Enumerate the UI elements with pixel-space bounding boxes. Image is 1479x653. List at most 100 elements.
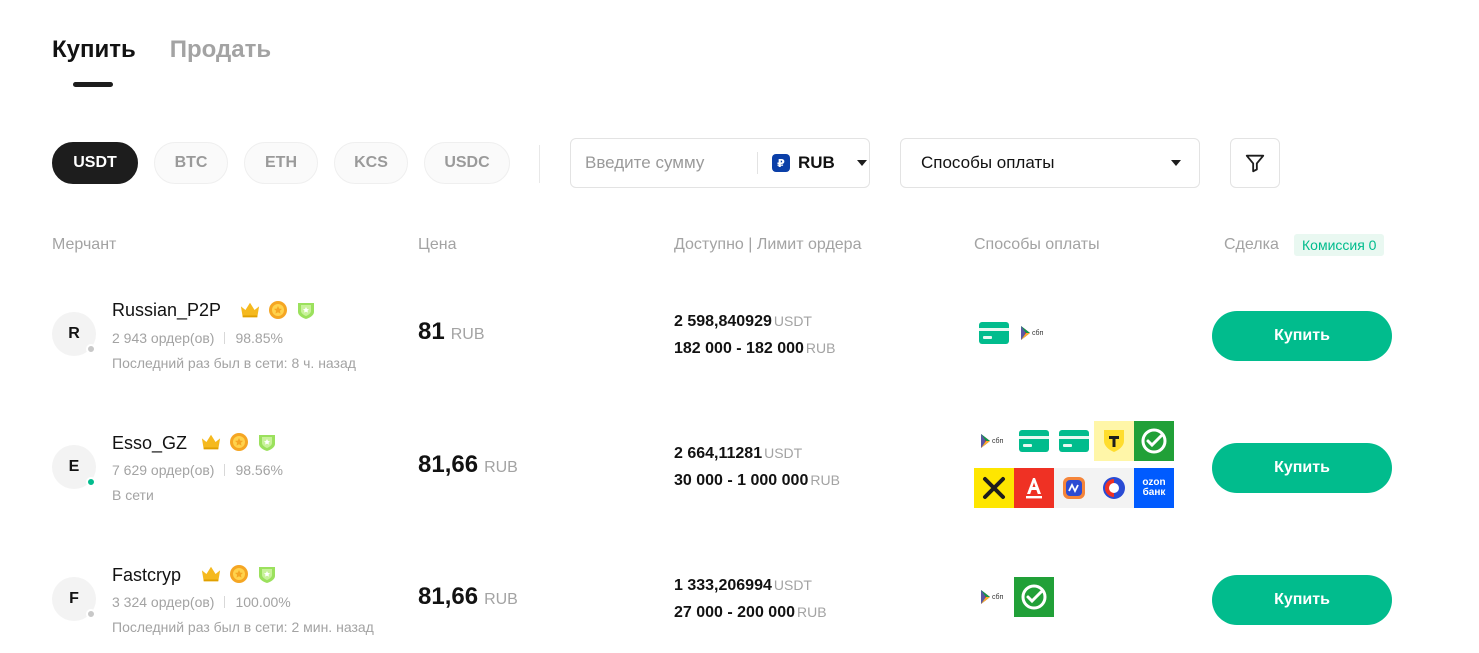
pochta-icon — [1094, 468, 1134, 508]
amount-field: ₽ RUB — [570, 138, 870, 188]
buy-button[interactable]: Купить — [1212, 311, 1392, 361]
alfa-icon — [1014, 468, 1054, 508]
coin-chip-kcs[interactable]: KCS — [334, 142, 408, 184]
completion-rate: 98.56% — [235, 462, 283, 478]
sber-icon — [1134, 421, 1174, 461]
active-tab-indicator — [73, 82, 113, 87]
header-available: Доступно | Лимит ордера — [674, 236, 862, 253]
price: 81,66 RUB — [418, 583, 518, 611]
merchant-badges — [240, 300, 316, 320]
payment-methods-label: Способы оплаты — [921, 153, 1055, 172]
table-row: F Fastcryp 3 324 ордер(ов) 100.00% После… — [0, 544, 1479, 653]
ruble-icon: ₽ — [772, 154, 790, 172]
filter-divider — [539, 145, 540, 183]
available-value: 2 598,840929 — [674, 313, 772, 330]
completion-rate: 100.00% — [235, 594, 291, 610]
coin-chip-usdt[interactable]: USDT — [52, 142, 138, 184]
raiffeisen-icon — [974, 468, 1014, 508]
completion-rate: 98.85% — [235, 330, 283, 346]
shield-verified-icon — [296, 300, 316, 320]
avatar: E — [52, 445, 96, 489]
stats-separator — [224, 464, 226, 476]
ozon-label-bottom: банк — [1142, 487, 1166, 498]
available-unit: USDT — [764, 445, 803, 461]
price-value: 81,66 — [418, 583, 479, 610]
tbank-icon — [1094, 421, 1134, 461]
sbp-icon: сбп — [1014, 313, 1054, 353]
amount-input[interactable] — [585, 153, 745, 173]
shield-verified-icon — [257, 432, 277, 452]
avatar-initial: F — [69, 590, 79, 607]
sbp-icon: сбп — [974, 421, 1014, 461]
available-unit: USDT — [773, 313, 812, 329]
sber-icon — [1014, 577, 1054, 617]
merchant-name[interactable]: Esso_GZ — [112, 433, 187, 454]
last-seen: В сети — [112, 487, 154, 503]
available-amount: 1 333,206994 USDT — [674, 577, 812, 595]
sbp-icon: сбп — [974, 577, 1014, 617]
buy-button[interactable]: Купить — [1212, 575, 1392, 625]
chevron-down-icon[interactable] — [856, 160, 867, 166]
available-unit: USDT — [773, 577, 812, 593]
commission-badge: Комиссия 0 — [1294, 234, 1385, 256]
amount-separator — [757, 152, 758, 174]
limit-value: 182 000 - 182 000 — [674, 340, 804, 357]
order-limit: 182 000 - 182 000 RUB — [674, 340, 835, 358]
available-amount: 2 598,840929 USDT — [674, 313, 812, 331]
available-amount: 2 664,11281 USDT — [674, 445, 802, 463]
svg-text:сбп: сбп — [1032, 329, 1044, 337]
avatar-initial: E — [68, 458, 80, 475]
stats-separator — [224, 332, 226, 344]
crown-icon — [240, 300, 260, 320]
merchant-name[interactable]: Russian_P2P — [112, 300, 221, 321]
merchant-stats: 7 629 ордер(ов) 98.56% — [112, 462, 283, 478]
header-price: Цена — [418, 236, 457, 253]
tab-buy[interactable]: Купить — [52, 36, 136, 64]
buy-button[interactable]: Купить — [1212, 443, 1392, 493]
price-value: 81,66 — [418, 451, 479, 478]
header-merchant: Мерчант — [52, 236, 117, 253]
price-unit: RUB — [484, 591, 518, 608]
coin-chip-eth[interactable]: ETH — [244, 142, 318, 184]
coin-chip-btc[interactable]: BTC — [154, 142, 228, 184]
currency-select[interactable]: RUB — [798, 153, 835, 173]
limit-unit: RUB — [810, 472, 840, 488]
star-medal-icon — [268, 300, 288, 320]
chevron-down-icon — [1171, 160, 1181, 166]
limit-value: 30 000 - 1 000 000 — [674, 472, 809, 489]
avatar: F — [52, 577, 96, 621]
stats-separator — [224, 596, 226, 608]
payment-methods-select[interactable]: Способы оплаты — [900, 138, 1200, 188]
trade-tabs: Купить Продать — [52, 36, 271, 64]
price-value: 81 — [418, 318, 445, 345]
funnel-icon — [1245, 154, 1265, 173]
crown-icon — [201, 564, 221, 584]
tab-sell[interactable]: Продать — [170, 36, 271, 64]
price: 81 RUB — [418, 318, 484, 346]
last-seen: Последний раз был в сети: 8 ч. назад — [112, 355, 356, 371]
available-value: 2 664,11281 — [674, 445, 763, 462]
coin-chip-usdc[interactable]: USDC — [424, 142, 510, 184]
card-icon — [1054, 421, 1094, 461]
limit-value: 27 000 - 200 000 — [674, 604, 795, 621]
limit-unit: RUB — [797, 604, 827, 620]
merchant-name[interactable]: Fastcryp — [112, 565, 181, 586]
merchant-stats: 3 324 ордер(ов) 100.00% — [112, 594, 291, 610]
merchant-stats: 2 943 ордер(ов) 98.85% — [112, 330, 283, 346]
price: 81,66 RUB — [418, 451, 518, 479]
table-row: E Esso_GZ 7 629 ордер(ов) 98.56% В сети … — [0, 412, 1479, 522]
coin-selector: USDT BTC ETH KCS USDC — [52, 142, 510, 184]
shield-verified-icon — [257, 564, 277, 584]
card-icon — [1014, 421, 1054, 461]
star-medal-icon — [229, 564, 249, 584]
header-payment: Способы оплаты — [974, 236, 1100, 253]
online-status-dot — [86, 477, 96, 487]
svg-text:сбп: сбп — [992, 437, 1004, 445]
price-unit: RUB — [484, 459, 518, 476]
merchant-badges — [201, 432, 277, 452]
crown-icon — [201, 432, 221, 452]
svg-text:сбп: сбп — [992, 593, 1004, 601]
header-deal: Сделка — [1224, 236, 1279, 253]
merchant-badges — [201, 564, 277, 584]
filter-button[interactable] — [1230, 138, 1280, 188]
